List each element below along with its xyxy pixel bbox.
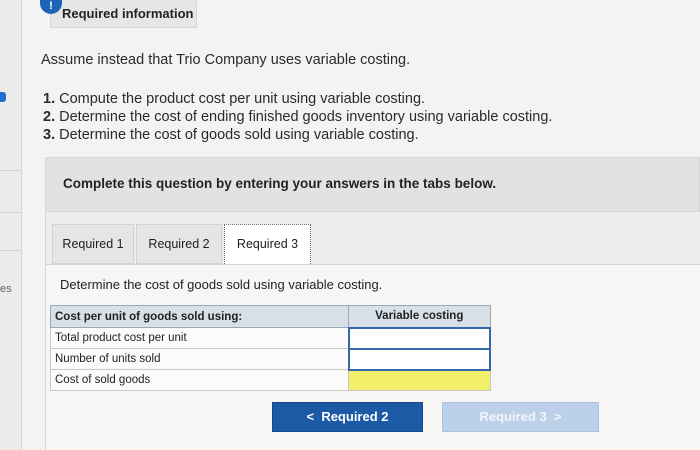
progress-marker [0, 92, 6, 102]
requirement-item: 3. Determine the cost of goods sold usin… [43, 127, 419, 143]
row-label-cost-of-sold-goods: Cost of sold goods [50, 369, 349, 391]
previous-required-2-button[interactable]: < Required 2 [272, 402, 423, 432]
table-row: Cost of sold goods [50, 369, 491, 391]
chevron-left-icon: < [306, 409, 315, 424]
divider [0, 212, 22, 213]
requirement-item: 1. Compute the product cost per unit usi… [43, 91, 426, 107]
partial-side-text: es [0, 283, 12, 295]
table-header-row: Cost per unit of goods sold using: Varia… [50, 305, 491, 328]
tab-instruction: Determine the cost of goods sold using v… [60, 277, 383, 292]
required-information-header[interactable]: Required information [50, 0, 197, 28]
table-row: Number of units sold [50, 347, 491, 371]
cost-of-sold-goods-total [348, 369, 491, 391]
divider [0, 250, 22, 251]
tab-required-1[interactable]: Required 1 [52, 224, 134, 264]
chevron-right-icon: > [553, 409, 562, 424]
requirement-item: 2. Determine the cost of ending finished… [43, 109, 553, 125]
tab-bar: Required 1 Required 2 Required 3 [45, 212, 700, 264]
column-header-variable-costing: Variable costing [348, 305, 491, 328]
row-label-units-sold: Number of units sold [50, 348, 349, 370]
instruction-box: Complete this question by entering your … [45, 157, 700, 212]
units-sold-input[interactable] [347, 347, 491, 371]
next-required-3-button[interactable]: Required 3 > [442, 402, 599, 432]
total-product-cost-input[interactable] [347, 326, 491, 350]
table-row: Total product cost per unit [50, 326, 491, 350]
left-sidebar-strip: es [0, 0, 22, 450]
problem-intro: Assume instead that Trio Company uses va… [41, 52, 411, 68]
requirements-list: 1. Compute the product cost per unit usi… [43, 90, 552, 144]
column-header-label: Cost per unit of goods sold using: [50, 305, 349, 328]
tab-required-3[interactable]: Required 3 [224, 224, 311, 264]
divider [0, 170, 22, 171]
answer-table: Cost per unit of goods sold using: Varia… [50, 305, 491, 391]
tab-required-2[interactable]: Required 2 [136, 224, 222, 264]
row-label-total-product-cost: Total product cost per unit [50, 327, 349, 349]
